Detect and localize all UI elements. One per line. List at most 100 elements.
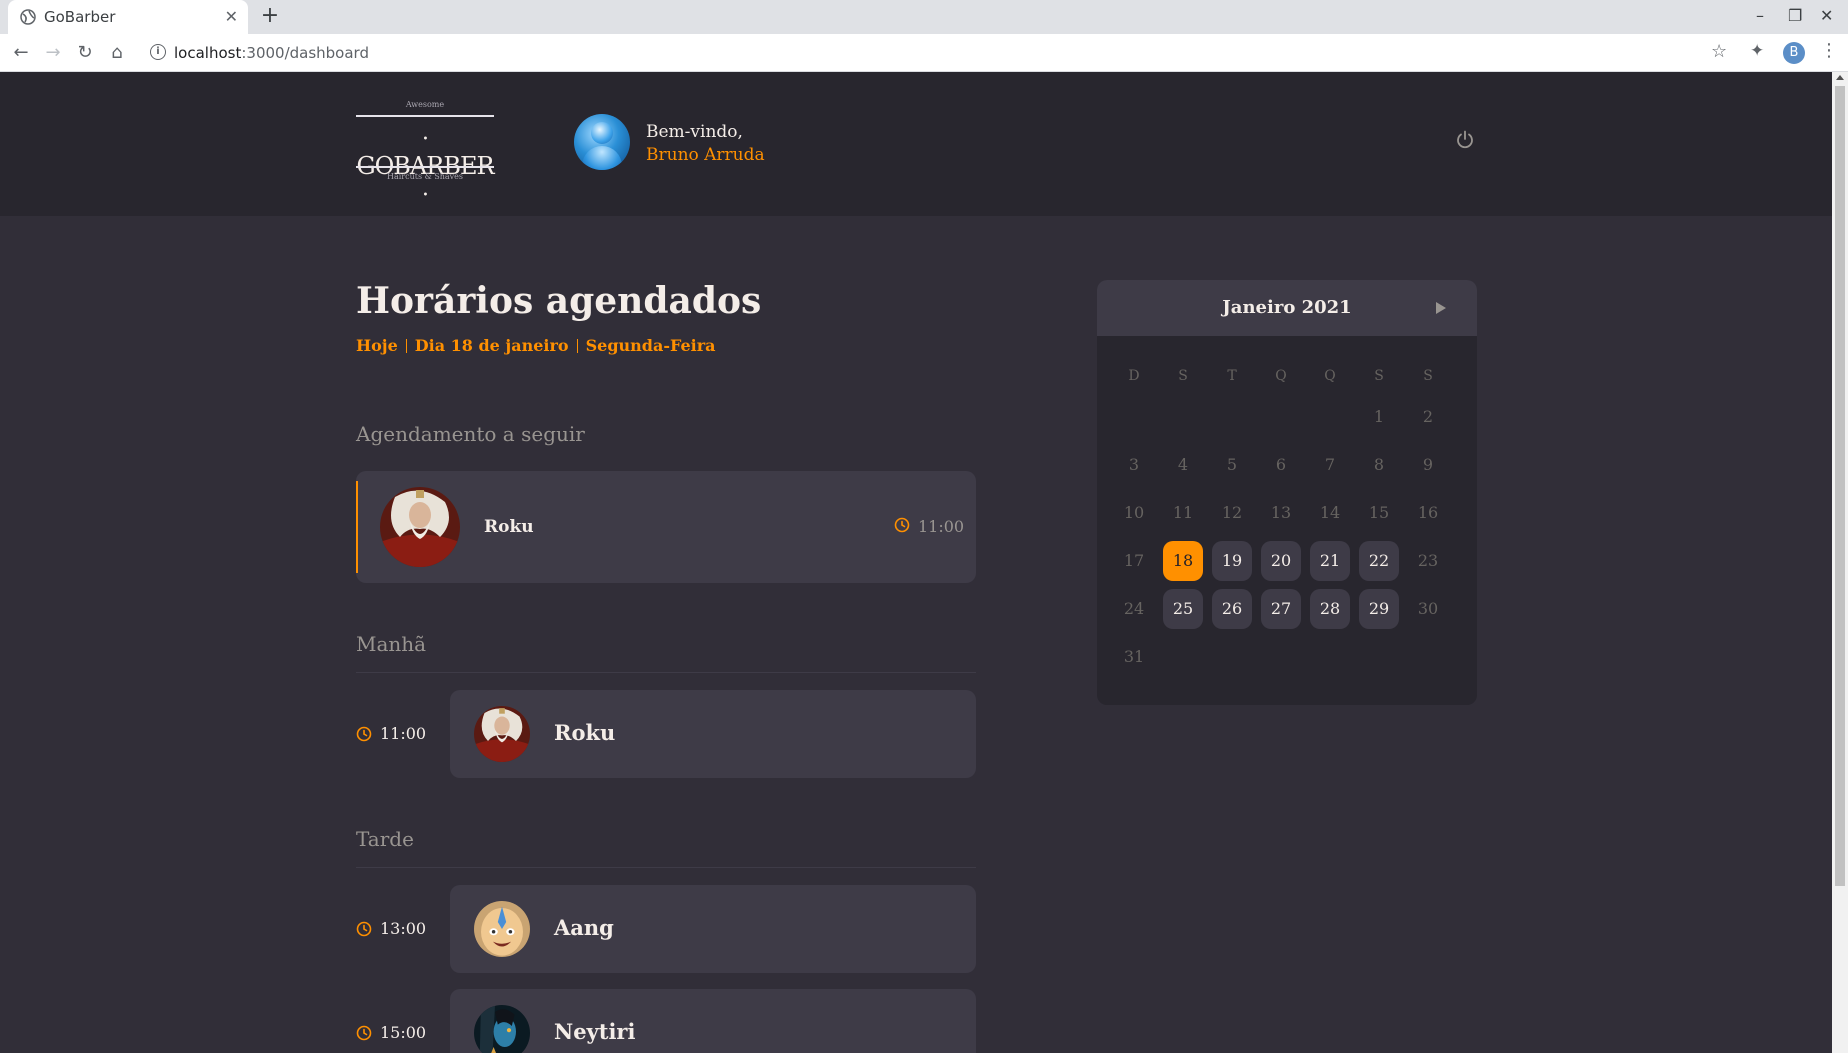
next-appointment-time: 11:00 bbox=[918, 517, 965, 536]
logo-top-text: Awesome bbox=[405, 100, 445, 109]
extensions-icon[interactable]: ✦ bbox=[1750, 41, 1764, 61]
calendar-day: 3 bbox=[1128, 455, 1140, 474]
afternoon-heading: Tarde bbox=[356, 827, 414, 851]
page-title: Horários agendados bbox=[356, 280, 762, 322]
weekday-header: S bbox=[1178, 368, 1188, 384]
address-bar[interactable]: i localhost:3000/dashboard bbox=[140, 39, 1740, 67]
calendar-day: 13 bbox=[1270, 503, 1292, 522]
date-subline: Hoje Dia 18 de janeiro Segunda-Feira bbox=[356, 336, 716, 355]
calendar-day-selected[interactable]: 18 bbox=[1163, 541, 1203, 581]
calendar-day: 31 bbox=[1123, 647, 1145, 666]
restore-icon[interactable]: ❐ bbox=[1788, 6, 1802, 25]
logo-sub-text: Haircuts & Shaves bbox=[386, 172, 464, 181]
browser-tabbar: GoBarber ✕ + – ❐ ✕ bbox=[0, 0, 1848, 34]
calendar-day: 6 bbox=[1275, 455, 1287, 474]
calendar-header: Janeiro 2021 bbox=[1097, 280, 1477, 336]
page-scrollbar[interactable] bbox=[1832, 72, 1848, 1053]
calendar-day: 11 bbox=[1172, 503, 1194, 522]
calendar-day: 2 bbox=[1422, 407, 1434, 426]
calendar-day: 1 bbox=[1373, 407, 1385, 426]
appointment-card[interactable]: Neytiri bbox=[450, 989, 976, 1053]
appointment-card[interactable]: Aang bbox=[450, 885, 976, 973]
avatar bbox=[474, 1005, 530, 1053]
client-name: Aang bbox=[554, 915, 614, 940]
client-name: Neytiri bbox=[554, 1019, 636, 1044]
calendar-day: 10 bbox=[1123, 503, 1145, 522]
gobarber-logo[interactable]: Awesome • GOBARBER • Haircuts & Shaves bbox=[356, 100, 495, 201]
calendar-day[interactable]: 26 bbox=[1212, 589, 1252, 629]
date-label: Dia 18 de janeiro bbox=[414, 336, 569, 355]
calendar-day[interactable]: 25 bbox=[1163, 589, 1203, 629]
close-tab-icon[interactable]: ✕ bbox=[225, 7, 238, 26]
calendar-day: 9 bbox=[1422, 455, 1434, 474]
back-icon[interactable]: ← bbox=[9, 41, 33, 65]
user-avatar[interactable] bbox=[574, 114, 630, 170]
url-host: localhost bbox=[174, 44, 242, 62]
clock-icon bbox=[356, 726, 372, 741]
next-appointment-heading: Agendamento a seguir bbox=[356, 422, 585, 446]
kebab-menu-icon[interactable]: ⋮ bbox=[1820, 40, 1838, 61]
calendar-day[interactable]: 19 bbox=[1212, 541, 1252, 581]
today-label: Hoje bbox=[356, 336, 398, 355]
calendar-day: 14 bbox=[1319, 503, 1341, 522]
welcome-text: Bem-vindo, bbox=[646, 122, 743, 142]
calendar-day: 23 bbox=[1417, 551, 1439, 570]
calendar-day: 15 bbox=[1368, 503, 1390, 522]
calendar-day[interactable]: 27 bbox=[1261, 589, 1301, 629]
weekday-header: S bbox=[1374, 368, 1384, 384]
next-appointment-card[interactable]: Roku 11:00 bbox=[356, 471, 976, 583]
minimize-icon[interactable]: – bbox=[1756, 6, 1764, 25]
info-icon[interactable]: i bbox=[150, 44, 166, 60]
clock-icon bbox=[356, 1025, 372, 1040]
scroll-up-icon[interactable] bbox=[1836, 75, 1844, 80]
clock-icon bbox=[356, 921, 372, 936]
calendar-day: 16 bbox=[1417, 503, 1439, 522]
weekday-header: T bbox=[1227, 368, 1237, 384]
calendar-month-label: Janeiro 2021 bbox=[1222, 297, 1352, 318]
calendar: Janeiro 2021 D S T Q Q S S 1 2 3 4 5 6 7 8 9 10 11 12 13 14 1… bbox=[1097, 280, 1477, 705]
clock-icon bbox=[894, 517, 910, 533]
appointment-card[interactable]: Roku bbox=[450, 690, 976, 778]
new-tab-icon[interactable]: + bbox=[258, 4, 282, 28]
browser-tab[interactable]: GoBarber ✕ bbox=[8, 0, 248, 34]
profile-avatar[interactable]: B bbox=[1783, 42, 1805, 64]
close-window-icon[interactable]: ✕ bbox=[1820, 6, 1833, 25]
avatar bbox=[474, 901, 530, 957]
tab-title: GoBarber bbox=[44, 8, 116, 26]
appointment-time: 13:00 bbox=[356, 919, 426, 938]
client-name: Roku bbox=[554, 720, 616, 745]
url-path: :3000/dashboard bbox=[241, 44, 369, 62]
next-month-icon[interactable] bbox=[1436, 302, 1446, 314]
calendar-day[interactable]: 28 bbox=[1310, 589, 1350, 629]
morning-heading: Manhã bbox=[356, 632, 427, 656]
home-icon[interactable]: ⌂ bbox=[105, 41, 129, 65]
user-name-link[interactable]: Bruno Arruda bbox=[646, 145, 765, 165]
divider bbox=[356, 867, 976, 868]
calendar-day[interactable]: 22 bbox=[1359, 541, 1399, 581]
scroll-thumb[interactable] bbox=[1835, 86, 1845, 886]
forward-icon[interactable]: → bbox=[41, 41, 65, 65]
power-icon[interactable] bbox=[1455, 130, 1475, 150]
calendar-day: 12 bbox=[1221, 503, 1243, 522]
avatar bbox=[474, 706, 530, 762]
calendar-day: 24 bbox=[1123, 599, 1145, 618]
reload-icon[interactable]: ↻ bbox=[73, 41, 97, 65]
weekday-header: Q bbox=[1324, 368, 1336, 384]
calendar-day[interactable]: 20 bbox=[1261, 541, 1301, 581]
weekday-label: Segunda-Feira bbox=[585, 336, 716, 355]
globe-icon bbox=[20, 9, 36, 25]
calendar-day: 7 bbox=[1324, 455, 1336, 474]
calendar-day: 4 bbox=[1177, 455, 1189, 474]
bookmark-star-icon[interactable]: ☆ bbox=[1711, 41, 1727, 62]
browser-toolbar: ← → ↻ ⌂ i localhost:3000/dashboard ☆ ✦ B… bbox=[0, 34, 1848, 72]
appointment-time: 15:00 bbox=[356, 1023, 426, 1042]
divider bbox=[356, 672, 976, 673]
app-header: Awesome • GOBARBER • Haircuts & Shaves B… bbox=[0, 72, 1832, 216]
calendar-day[interactable]: 29 bbox=[1359, 589, 1399, 629]
calendar-day[interactable]: 21 bbox=[1310, 541, 1350, 581]
next-client-name: Roku bbox=[484, 517, 534, 537]
calendar-day: 5 bbox=[1226, 455, 1238, 474]
avatar bbox=[380, 487, 460, 567]
weekday-header: S bbox=[1423, 368, 1433, 384]
weekday-header: D bbox=[1128, 368, 1140, 384]
